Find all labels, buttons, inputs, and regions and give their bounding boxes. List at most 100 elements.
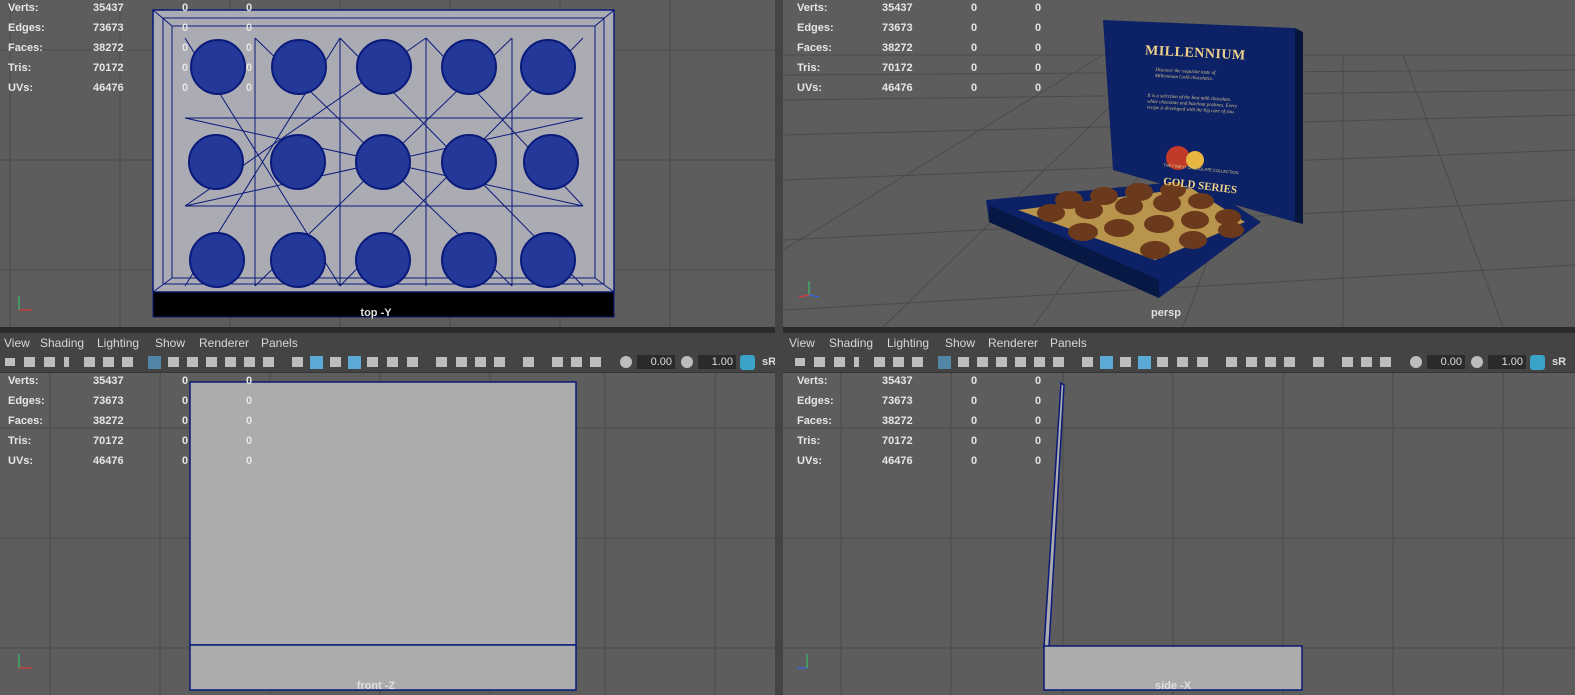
viewport-side[interactable]: Verts: 35437 0 0 Edges: 73673 0 0 Faces: 38272 0… bbox=[783, 373, 1575, 695]
grease-pencil-icon[interactable] bbox=[84, 357, 95, 367]
wireframe-on-shaded-icon[interactable] bbox=[348, 356, 361, 369]
lights-icon[interactable] bbox=[1177, 357, 1188, 367]
hud-value: 35437 bbox=[882, 375, 913, 387]
gate-mask-icon[interactable] bbox=[996, 357, 1007, 367]
safe-title-icon[interactable] bbox=[263, 357, 274, 367]
xray-icon[interactable] bbox=[1342, 357, 1353, 367]
exposure-icon[interactable] bbox=[620, 356, 632, 368]
hud-row-verts: Verts: 35437 0 0 bbox=[0, 2, 260, 16]
menu-panels[interactable]: Panels bbox=[1050, 336, 1087, 350]
motion-blur-icon[interactable] bbox=[1246, 357, 1257, 367]
anti-alias-icon[interactable] bbox=[1265, 357, 1276, 367]
camera-icon[interactable] bbox=[5, 358, 15, 366]
xray-components-icon[interactable] bbox=[1380, 357, 1391, 367]
menu-renderer[interactable]: Renderer bbox=[199, 336, 249, 350]
ambient-occlusion-icon[interactable] bbox=[1226, 357, 1237, 367]
gate-mask-icon[interactable] bbox=[206, 357, 217, 367]
grease-pencil-icon[interactable] bbox=[874, 357, 885, 367]
resolution-gate-icon[interactable] bbox=[187, 357, 198, 367]
viewport-persp[interactable]: MILLENNIUM Discover the exquisite taste … bbox=[783, 0, 1575, 327]
hud-sel: 0 bbox=[971, 82, 978, 94]
lights-icon[interactable] bbox=[387, 357, 398, 367]
isolate-select-icon[interactable] bbox=[523, 357, 534, 367]
hud-label: UVs: bbox=[797, 82, 823, 94]
depth-of-field-icon[interactable] bbox=[494, 357, 505, 367]
xray-icon[interactable] bbox=[552, 357, 563, 367]
viewport-top[interactable]: Verts: 35437 0 0 Edges: 73673 0 0 Faces: 38272 0… bbox=[0, 0, 775, 327]
field-chart-icon[interactable] bbox=[225, 357, 236, 367]
bookmark-icon[interactable] bbox=[834, 357, 845, 367]
hud-row-faces: Faces: 38272 0 0 bbox=[789, 42, 1049, 56]
gamma-icon[interactable] bbox=[681, 356, 693, 368]
grid-toggle-icon[interactable] bbox=[938, 356, 951, 369]
menu-lighting[interactable]: Lighting bbox=[97, 336, 139, 350]
camera-attr-icon[interactable] bbox=[814, 357, 825, 367]
hud-sel: 0 bbox=[182, 22, 189, 34]
field-chart-icon[interactable] bbox=[1015, 357, 1026, 367]
wireframe-icon[interactable] bbox=[292, 357, 303, 367]
wireframe-icon[interactable] bbox=[1082, 357, 1093, 367]
menu-view[interactable]: View bbox=[4, 336, 30, 350]
camera-icon[interactable] bbox=[795, 358, 805, 366]
menu-panels[interactable]: Panels bbox=[261, 336, 298, 350]
xray-components-icon[interactable] bbox=[590, 357, 601, 367]
gamma-icon[interactable] bbox=[1471, 356, 1483, 368]
viewport-front[interactable]: Verts: 35437 0 0 Edges: 73673 0 0 Faces: 38272 0… bbox=[0, 373, 775, 695]
textured-icon[interactable] bbox=[1157, 357, 1168, 367]
safe-title-icon[interactable] bbox=[1053, 357, 1064, 367]
hud-row-uvs: UVs: 46476 0 0 bbox=[0, 455, 260, 469]
camera-label-side: side -X bbox=[1154, 680, 1192, 692]
paint-icon[interactable] bbox=[912, 357, 923, 367]
menu-show[interactable]: Show bbox=[945, 336, 975, 350]
color-space-label[interactable]: sR bbox=[762, 356, 776, 368]
menu-show[interactable]: Show bbox=[155, 336, 185, 350]
menu-renderer[interactable]: Renderer bbox=[988, 336, 1038, 350]
gamma-field[interactable]: 1.00 bbox=[1488, 355, 1526, 369]
smooth-shade-icon[interactable] bbox=[310, 356, 323, 369]
film-gate-icon[interactable] bbox=[168, 357, 179, 367]
exposure-field[interactable]: 0.00 bbox=[637, 355, 675, 369]
depth-of-field-icon[interactable] bbox=[1284, 357, 1295, 367]
menu-view[interactable]: View bbox=[789, 336, 815, 350]
color-space-label[interactable]: sR bbox=[1552, 356, 1566, 368]
menu-lighting[interactable]: Lighting bbox=[887, 336, 929, 350]
2d-pan-icon[interactable] bbox=[103, 357, 114, 367]
isolate-select-icon[interactable] bbox=[1313, 357, 1324, 367]
camera-attr-icon[interactable] bbox=[24, 357, 35, 367]
exposure-field[interactable]: 0.00 bbox=[1427, 355, 1465, 369]
ambient-occlusion-icon[interactable] bbox=[436, 357, 447, 367]
textured-icon[interactable] bbox=[367, 357, 378, 367]
grid-toggle-icon[interactable] bbox=[148, 356, 161, 369]
anti-alias-icon[interactable] bbox=[475, 357, 486, 367]
hud-label: Faces: bbox=[797, 415, 832, 427]
exposure-icon[interactable] bbox=[1410, 356, 1422, 368]
menu-shading[interactable]: Shading bbox=[40, 336, 84, 350]
wireframe-on-shaded-icon[interactable] bbox=[1138, 356, 1151, 369]
safe-action-icon[interactable] bbox=[244, 357, 255, 367]
image-plane-icon[interactable] bbox=[854, 357, 859, 367]
panel-divider-vertical[interactable] bbox=[775, 0, 783, 695]
gamma-field[interactable]: 1.00 bbox=[698, 355, 736, 369]
resolution-gate-icon[interactable] bbox=[977, 357, 988, 367]
xray-joints-icon[interactable] bbox=[571, 357, 582, 367]
hud-tri: 0 bbox=[246, 415, 253, 427]
safe-action-icon[interactable] bbox=[1034, 357, 1045, 367]
motion-blur-icon[interactable] bbox=[456, 357, 467, 367]
hud-tri: 0 bbox=[1035, 415, 1042, 427]
shadows-icon[interactable] bbox=[407, 357, 418, 367]
hud-label: Faces: bbox=[8, 415, 43, 427]
film-gate-icon[interactable] bbox=[958, 357, 969, 367]
image-plane-icon[interactable] bbox=[64, 357, 69, 367]
shadows-icon[interactable] bbox=[1197, 357, 1208, 367]
bookmark-icon[interactable] bbox=[44, 357, 55, 367]
color-management-toggle[interactable] bbox=[740, 355, 755, 370]
camera-label-front: front -Z bbox=[356, 680, 396, 692]
smooth-shade-icon[interactable] bbox=[1100, 356, 1113, 369]
menu-shading[interactable]: Shading bbox=[829, 336, 873, 350]
xray-joints-icon[interactable] bbox=[1361, 357, 1372, 367]
default-material-icon[interactable] bbox=[330, 357, 341, 367]
paint-icon[interactable] bbox=[122, 357, 133, 367]
color-management-toggle[interactable] bbox=[1530, 355, 1545, 370]
default-material-icon[interactable] bbox=[1120, 357, 1131, 367]
2d-pan-icon[interactable] bbox=[893, 357, 904, 367]
